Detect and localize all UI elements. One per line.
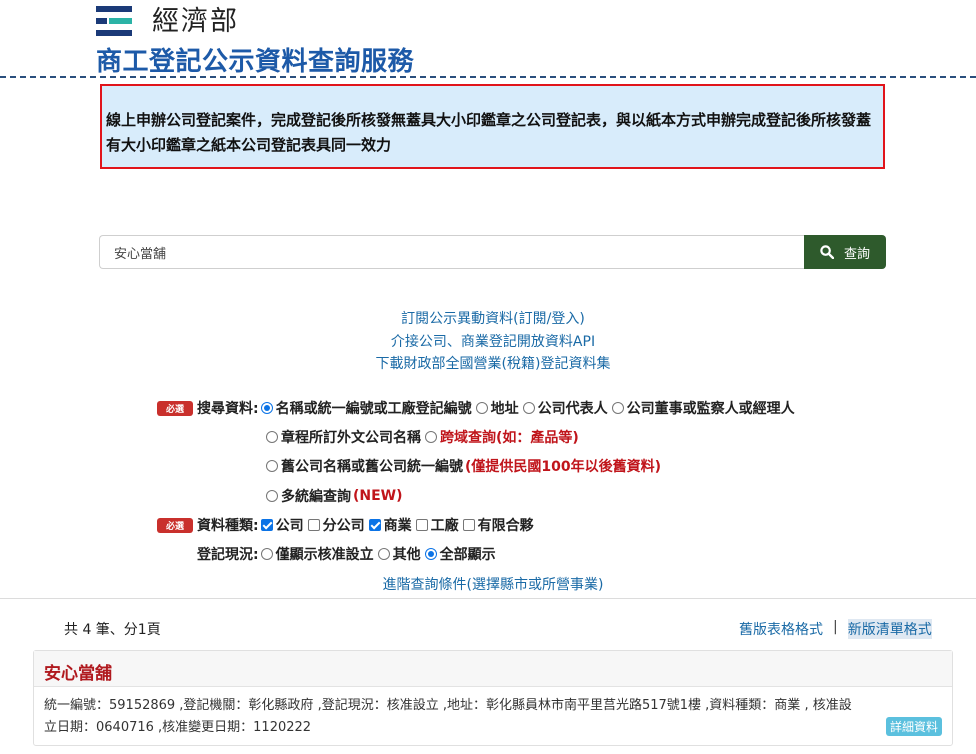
view-separator: |: [833, 619, 838, 635]
checkbox-company[interactable]: [260, 519, 273, 531]
search-button[interactable]: 查詢: [804, 235, 886, 269]
header-divider: [0, 76, 976, 78]
option-foreign-name-label[interactable]: 章程所訂外文公司名稱: [281, 427, 421, 447]
checkbox-llp-label[interactable]: 有限合夥: [478, 515, 534, 535]
radio-other[interactable]: [377, 548, 390, 560]
service-links: 訂閱公示異動資料(訂閱/登入) 介接公司、商業登記開放資料API 下載財政部全國…: [0, 308, 976, 376]
radio-multi-id[interactable]: [266, 490, 278, 502]
checkbox-business[interactable]: [368, 519, 381, 531]
data-type-label: 資料種類:: [197, 518, 259, 534]
radio-name-or-id[interactable]: [260, 402, 273, 414]
result-details: 統一編號：59152869 ,登記機關：彰化縣政府 ,登記現況：核准設立 ,地址…: [34, 687, 952, 739]
option-old-name-label[interactable]: 舊公司名稱或舊公司統一編號: [281, 456, 463, 476]
option-old-name-note: (僅提供民國100年以後舊資料): [465, 459, 662, 475]
option-directors-label[interactable]: 公司董事或監察人或經理人: [627, 398, 795, 418]
search-button-label: 查詢: [843, 246, 870, 262]
site-title[interactable]: 商工登記公示資料查詢服務: [96, 44, 414, 80]
radio-cross-domain[interactable]: [425, 431, 437, 443]
search-bar: 查詢: [99, 235, 886, 269]
option-name-or-id-label[interactable]: 名稱或統一編號或工廠登記編號: [276, 398, 472, 418]
option-cross-domain-label[interactable]: 跨域查詢(如：產品等): [440, 427, 579, 447]
status-label: 登記現況:: [197, 547, 259, 563]
checkbox-branch[interactable]: [307, 519, 320, 531]
option-multi-id-label[interactable]: 多統編查詢: [281, 486, 351, 506]
result-card: 安心當舖 統一編號：59152869 ,登記機關：彰化縣政府 ,登記現況：核准設…: [33, 650, 953, 746]
radio-directors[interactable]: [611, 402, 624, 414]
result-details-line-2: 立日期：0640716 ,核准變更日期：1120222: [44, 720, 312, 735]
advanced-search-link[interactable]: 進階查詢條件(選擇縣市或所營事業): [0, 574, 976, 594]
radio-old-name[interactable]: [266, 460, 278, 472]
radio-show-all-label[interactable]: 全部顯示: [440, 544, 496, 564]
checkbox-company-label[interactable]: 公司: [276, 515, 304, 535]
option-representative-label[interactable]: 公司代表人: [538, 398, 608, 418]
search-input[interactable]: [99, 235, 805, 269]
detail-button[interactable]: 詳細資料: [885, 717, 942, 736]
checkbox-branch-label[interactable]: 分公司: [323, 515, 365, 535]
result-count: 共 4 筆、分1頁: [64, 622, 161, 638]
radio-other-label[interactable]: 其他: [393, 544, 421, 564]
download-dataset-link[interactable]: 下載財政部全國營業(稅籍)登記資料集: [0, 353, 976, 376]
old-table-format-link[interactable]: 舊版表格格式: [739, 619, 823, 639]
radio-address[interactable]: [475, 402, 488, 414]
ministry-name: 經濟部: [152, 6, 239, 37]
checkbox-factory-label[interactable]: 工廠: [431, 515, 459, 535]
checkbox-llp[interactable]: [462, 519, 475, 531]
result-details-line-1: 統一編號：59152869 ,登記機關：彰化縣政府 ,登記現況：核准設立 ,地址…: [44, 698, 852, 713]
required-badge: 必選: [157, 517, 193, 533]
section-divider: [0, 598, 976, 599]
ministry-logo[interactable]: 經濟部: [96, 4, 256, 44]
option-address-label[interactable]: 地址: [491, 398, 519, 418]
api-link[interactable]: 介接公司、商業登記開放資料API: [0, 331, 976, 354]
checkbox-business-label[interactable]: 商業: [384, 515, 412, 535]
radio-show-all[interactable]: [424, 548, 437, 560]
search-field-label: 搜尋資料:: [197, 401, 259, 417]
search-icon: [820, 245, 834, 259]
ministry-logo-icon: [96, 4, 132, 42]
new-list-format-link[interactable]: 新版清單格式: [847, 619, 932, 639]
option-multi-id-note: (NEW): [353, 488, 403, 504]
result-name[interactable]: 安心當舖: [34, 651, 952, 687]
radio-approved-only-label[interactable]: 僅顯示核准設立: [276, 544, 374, 564]
radio-foreign-name[interactable]: [266, 431, 278, 443]
checkbox-factory[interactable]: [415, 519, 428, 531]
radio-approved-only[interactable]: [260, 548, 273, 560]
subscribe-link[interactable]: 訂閱公示異動資料(訂閱/登入): [0, 308, 976, 331]
view-format-switch: 舊版表格格式 | 新版清單格式: [739, 619, 932, 639]
required-badge: 必選: [157, 400, 193, 416]
radio-representative[interactable]: [522, 402, 535, 414]
notice-banner: 線上申辦公司登記案件，完成登記後所核發無蓋具大小印鑑章之公司登記表，與以紙本方式…: [100, 84, 885, 169]
